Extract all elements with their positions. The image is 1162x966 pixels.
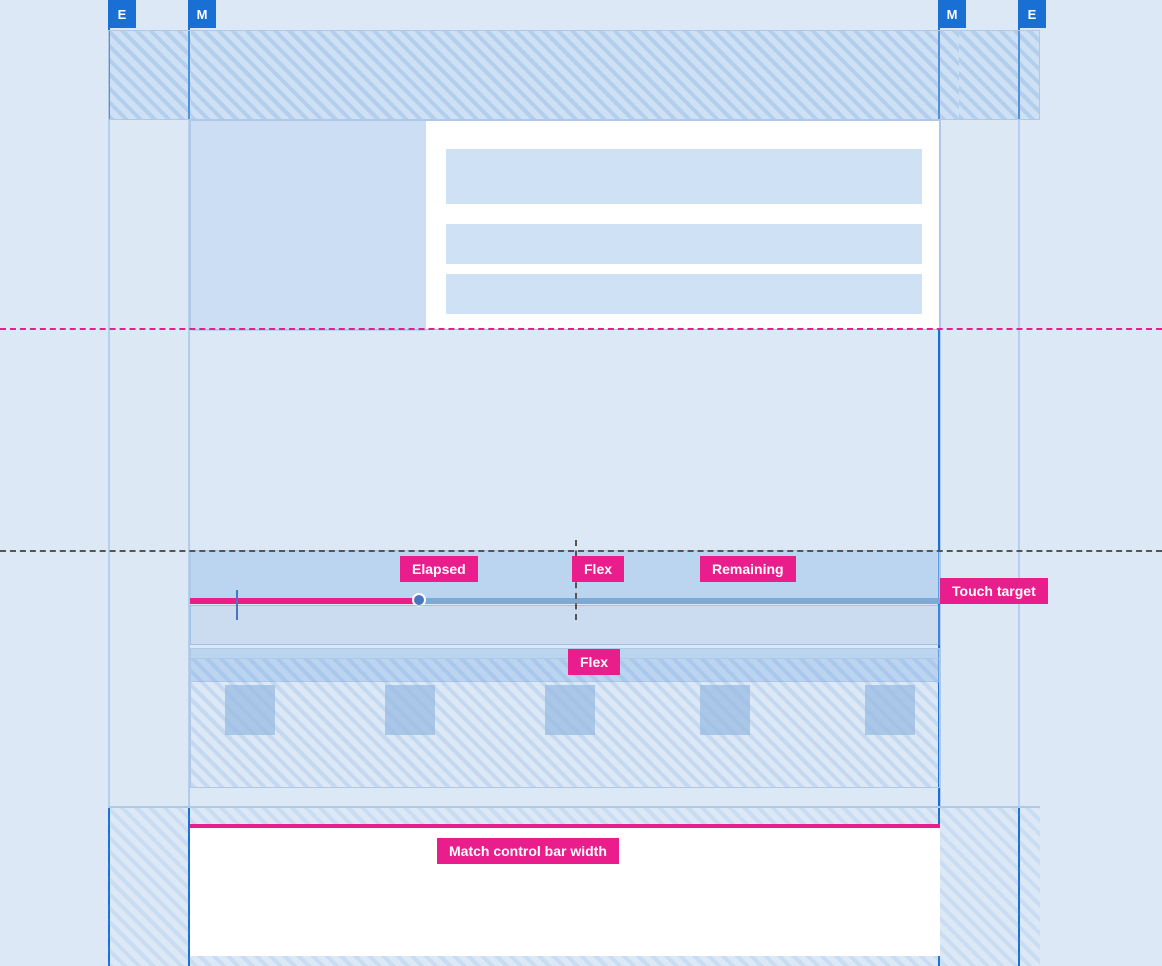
progress-track <box>190 598 940 604</box>
pink-guideline-horizontal <box>0 328 1162 330</box>
text-row-1 <box>446 149 922 204</box>
flex-label-top: Flex <box>572 556 624 582</box>
text-row-2 <box>446 224 922 264</box>
header-hatched-right <box>959 31 1039 119</box>
white-section-top <box>190 120 940 330</box>
ctrl-icon-1[interactable] <box>225 685 275 735</box>
thumb-vertical-line <box>236 590 238 620</box>
badge-e-left: E <box>108 0 136 28</box>
touch-target-label: Touch target <box>940 578 1048 604</box>
right-side-column <box>940 120 1022 808</box>
touch-target-area <box>190 605 940 645</box>
dark-guideline-horizontal <box>0 550 1162 552</box>
header-hatched-left <box>109 31 191 119</box>
badge-e-right: E <box>1018 0 1046 28</box>
badge-m-left: M <box>188 0 216 28</box>
header-hatched-center <box>191 31 959 119</box>
left-side-column <box>108 120 190 808</box>
footer-pink-border <box>190 824 940 828</box>
ctrl-icon-5[interactable] <box>865 685 915 735</box>
ctrl-icon-2[interactable] <box>385 685 435 735</box>
progress-fill <box>190 598 415 604</box>
elapsed-label: Elapsed <box>400 556 478 582</box>
control-bar[interactable] <box>190 550 940 600</box>
flex-label-bottom: Flex <box>568 649 620 675</box>
header-area <box>108 30 1040 120</box>
badge-m-right: M <box>938 0 966 28</box>
match-control-bar-label: Match control bar width <box>437 838 619 864</box>
text-row-3 <box>446 274 922 314</box>
remaining-label: Remaining <box>700 556 796 582</box>
ctrl-icon-4[interactable] <box>700 685 750 735</box>
image-placeholder <box>191 121 426 331</box>
ctrl-icon-3[interactable] <box>545 685 595 735</box>
